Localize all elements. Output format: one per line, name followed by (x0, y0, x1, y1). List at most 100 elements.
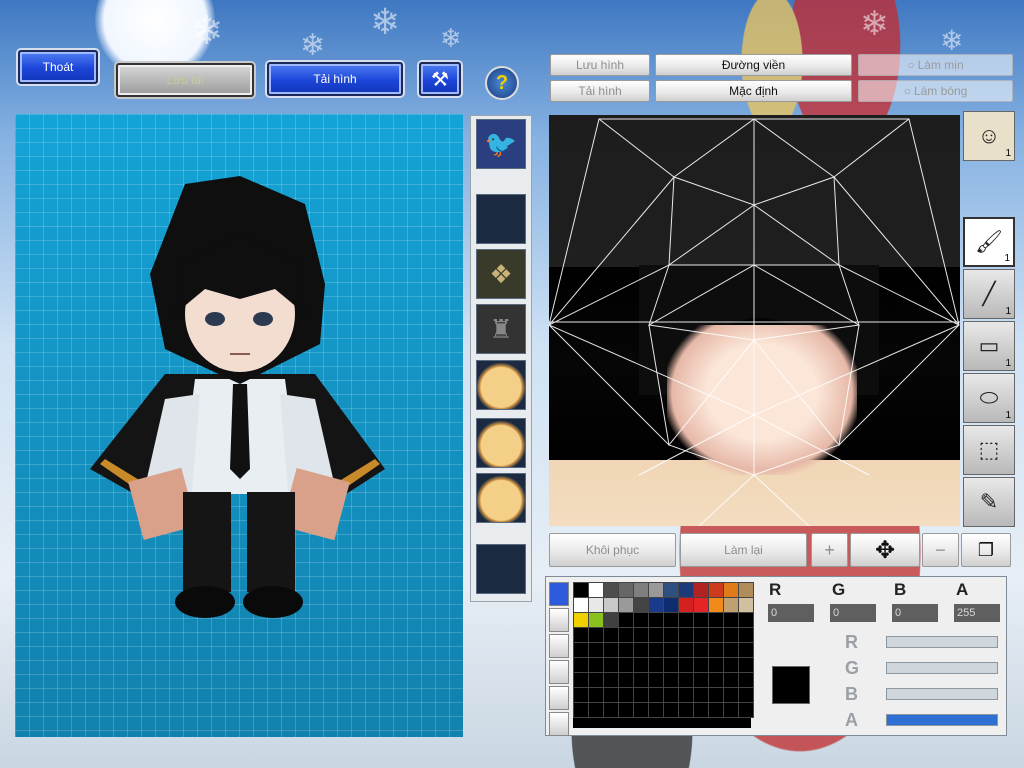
palette-swatch[interactable] (723, 612, 739, 628)
palette-swatch[interactable] (588, 597, 604, 613)
palette-swatch[interactable] (738, 597, 754, 613)
palette-swatch[interactable] (633, 612, 649, 628)
palette-swatch[interactable] (603, 642, 619, 658)
color-palette[interactable] (573, 582, 754, 728)
a-value-field[interactable]: 255 (954, 604, 1000, 622)
palette-tab-2[interactable] (549, 608, 569, 632)
accessory-part-slot[interactable]: ❖ (476, 249, 526, 299)
smooth-button[interactable]: ○ Làm mịn (858, 54, 1013, 76)
palette-swatch[interactable] (738, 582, 754, 598)
palette-swatch[interactable] (648, 672, 664, 688)
character-preview-canvas[interactable] (15, 114, 463, 737)
save-image-button[interactable]: Lưu hình (550, 54, 650, 76)
palette-swatch[interactable] (633, 672, 649, 688)
palette-swatch[interactable] (588, 642, 604, 658)
palette-swatch[interactable] (618, 582, 634, 598)
palette-swatch[interactable] (678, 687, 694, 703)
palette-swatch[interactable] (618, 627, 634, 643)
palette-swatch[interactable] (738, 642, 754, 658)
palette-swatch[interactable] (678, 582, 694, 598)
b-value-field[interactable]: 0 (892, 604, 938, 622)
palette-tab-4[interactable] (549, 660, 569, 684)
palette-swatch[interactable] (708, 597, 724, 613)
zoom-out-button[interactable]: − (922, 533, 959, 567)
palette-swatch[interactable] (738, 672, 754, 688)
palette-swatch[interactable] (648, 597, 664, 613)
b-slider[interactable] (886, 688, 998, 700)
face-part-slot[interactable] (476, 418, 526, 468)
hat-part-slot[interactable]: 🐦 (476, 119, 526, 169)
palette-swatch[interactable] (648, 687, 664, 703)
palette-swatch[interactable] (708, 672, 724, 688)
r-slider[interactable] (886, 636, 998, 648)
palette-swatch[interactable] (663, 687, 679, 703)
palette-swatch[interactable] (708, 657, 724, 673)
palette-swatch[interactable] (678, 672, 694, 688)
palette-swatch[interactable] (738, 687, 754, 703)
palette-swatch[interactable] (603, 657, 619, 673)
palette-swatch[interactable] (663, 612, 679, 628)
palette-swatch[interactable] (708, 582, 724, 598)
palette-swatch[interactable] (573, 672, 589, 688)
palette-swatch[interactable] (633, 657, 649, 673)
rectangle-tool[interactable]: ▭ 1 (963, 321, 1015, 371)
ellipse-tool[interactable]: ⬭ 1 (963, 373, 1015, 423)
palette-swatch[interactable] (618, 702, 634, 718)
palette-swatch[interactable] (573, 702, 589, 718)
palette-swatch[interactable] (693, 672, 709, 688)
palette-swatch[interactable] (648, 702, 664, 718)
palette-swatch[interactable] (633, 582, 649, 598)
palette-swatch[interactable] (663, 702, 679, 718)
exit-button[interactable]: Thoát (18, 50, 98, 84)
palette-swatch[interactable] (588, 672, 604, 688)
palette-swatch[interactable] (633, 687, 649, 703)
reload-button[interactable]: Tải hình (267, 62, 403, 96)
palette-swatch[interactable] (708, 627, 724, 643)
save-button[interactable]: Lưu lại (116, 63, 254, 97)
empty-part-slot[interactable] (476, 194, 526, 244)
palette-swatch[interactable] (678, 657, 694, 673)
line-tool[interactable]: ╱ 1 (963, 269, 1015, 319)
zoom-in-button[interactable]: + (811, 533, 848, 567)
palette-swatch[interactable] (708, 687, 724, 703)
palette-swatch[interactable] (723, 687, 739, 703)
brush-tool[interactable]: 🖌 1 (963, 217, 1015, 267)
palette-swatch[interactable] (603, 612, 619, 628)
palette-swatch[interactable] (693, 702, 709, 718)
redo-button[interactable]: Làm lại (680, 533, 807, 567)
palette-swatch[interactable] (603, 582, 619, 598)
palette-swatch[interactable] (573, 657, 589, 673)
palette-swatch[interactable] (573, 687, 589, 703)
r-value-field[interactable]: 0 (768, 604, 814, 622)
palette-swatch[interactable] (693, 597, 709, 613)
palette-swatch[interactable] (648, 612, 664, 628)
palette-swatch[interactable] (603, 597, 619, 613)
palette-swatch[interactable] (648, 657, 664, 673)
load-image-button[interactable]: Tải hình (550, 80, 650, 102)
palette-swatch[interactable] (663, 642, 679, 658)
palette-swatch[interactable] (708, 642, 724, 658)
palette-swatch[interactable] (648, 582, 664, 598)
palette-swatch[interactable] (588, 702, 604, 718)
palette-swatch[interactable] (618, 672, 634, 688)
palette-swatch[interactable] (603, 702, 619, 718)
palette-swatch[interactable] (678, 702, 694, 718)
palette-swatch[interactable] (723, 597, 739, 613)
a-slider[interactable] (886, 714, 998, 726)
palette-swatch[interactable] (633, 597, 649, 613)
selection-tool[interactable]: ⬚ (963, 425, 1015, 475)
window-toggle-button[interactable]: ❐ (961, 533, 1011, 567)
palette-tab-1[interactable] (549, 582, 569, 606)
palette-swatch[interactable] (663, 672, 679, 688)
texture-editor-canvas[interactable] (549, 115, 960, 526)
eyedropper-tool[interactable]: ✎ (963, 477, 1015, 527)
palette-swatch[interactable] (618, 642, 634, 658)
g-value-field[interactable]: 0 (830, 604, 876, 622)
default-button[interactable]: Mặc định (655, 80, 852, 102)
palette-swatch[interactable] (618, 612, 634, 628)
face-preview-tool[interactable]: ☺ 1 (963, 111, 1015, 161)
palette-swatch[interactable] (648, 627, 664, 643)
palette-swatch[interactable] (663, 582, 679, 598)
palette-swatch[interactable] (693, 582, 709, 598)
palette-swatch[interactable] (618, 597, 634, 613)
